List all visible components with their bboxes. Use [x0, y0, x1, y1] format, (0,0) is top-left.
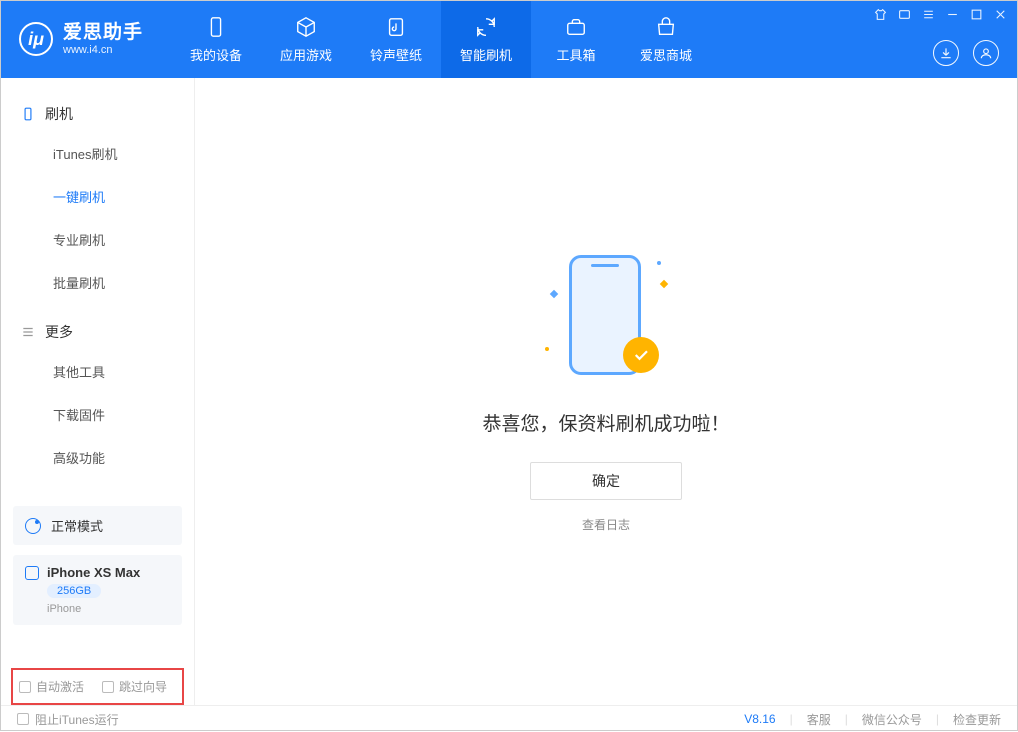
- option-label: 自动激活: [36, 678, 84, 695]
- footer-link-support[interactable]: 客服: [807, 711, 831, 728]
- separator: |: [790, 712, 793, 726]
- option-label: 跳过向导: [119, 678, 167, 695]
- sparkle-icon: [660, 279, 668, 287]
- device-mode-row[interactable]: 正常模式: [13, 506, 182, 545]
- nav-tab-label: 爱思商城: [640, 45, 692, 64]
- nav-tab-ringtones[interactable]: 铃声壁纸: [351, 1, 441, 78]
- nav-tab-flash[interactable]: 智能刷机: [441, 1, 531, 78]
- refresh-shield-icon: [474, 15, 498, 39]
- cube-icon: [294, 15, 318, 39]
- skin-icon[interactable]: [873, 7, 887, 21]
- nav-tab-label: 工具箱: [557, 45, 596, 64]
- sidebar-section-more: 更多: [1, 314, 194, 350]
- toolbox-icon: [564, 15, 588, 39]
- nav-tab-my-device[interactable]: 我的设备: [171, 1, 261, 78]
- nav-tabs: 我的设备 应用游戏 铃声壁纸 智能刷机 工具箱 爱思商城: [171, 1, 711, 78]
- nav-tab-label: 智能刷机: [460, 45, 512, 64]
- nav-tab-label: 我的设备: [190, 45, 242, 64]
- app-header: iμ 爱思助手 www.i4.cn 我的设备 应用游戏 铃声壁纸 智能刷机 工具…: [1, 1, 1017, 78]
- app-name: 爱思助手: [63, 22, 143, 45]
- main-content: 恭喜您，保资料刷机成功啦！ 确定 查看日志: [195, 78, 1017, 705]
- sidebar-item-oneclick-flash[interactable]: 一键刷机: [1, 175, 194, 218]
- device-panel: 正常模式 iPhone XS Max 256GB iPhone: [13, 506, 182, 625]
- device-icon: [204, 15, 228, 39]
- list-icon: [21, 325, 35, 339]
- sidebar-section-title: 更多: [45, 322, 73, 342]
- menu-icon[interactable]: [921, 7, 935, 21]
- separator: |: [936, 712, 939, 726]
- checkbox-icon[interactable]: [17, 713, 29, 725]
- footer-block-itunes-label: 阻止iTunes运行: [35, 711, 119, 728]
- sidebar: 刷机 iTunes刷机 一键刷机 专业刷机 批量刷机 更多 其他工具 下载固件 …: [1, 78, 195, 705]
- flash-options-row: 自动激活 跳过向导: [11, 668, 184, 705]
- option-auto-activate[interactable]: 自动激活: [19, 678, 84, 695]
- maximize-icon[interactable]: [969, 7, 983, 21]
- app-logo-icon: iμ: [19, 22, 53, 56]
- checkbox-icon[interactable]: [102, 681, 114, 693]
- dot-icon: [545, 347, 549, 351]
- footer-right: V8.16 | 客服 | 微信公众号 | 检查更新: [744, 711, 1001, 728]
- separator: |: [845, 712, 848, 726]
- phone-outline-icon: [21, 107, 35, 121]
- feedback-icon[interactable]: [897, 7, 911, 21]
- header-right-icons: [933, 40, 999, 66]
- music-file-icon: [384, 15, 408, 39]
- device-name: iPhone XS Max: [25, 565, 170, 580]
- sidebar-section-flash: 刷机: [1, 96, 194, 132]
- dot-icon: [657, 261, 661, 265]
- close-icon[interactable]: [993, 7, 1007, 21]
- option-skip-guide[interactable]: 跳过向导: [102, 678, 167, 695]
- device-storage-badge: 256GB: [47, 584, 101, 598]
- sidebar-item-itunes-flash[interactable]: iTunes刷机: [1, 132, 194, 175]
- version-label: V8.16: [744, 712, 775, 726]
- phone-small-icon: [25, 566, 39, 580]
- window-controls: [873, 7, 1007, 21]
- nav-tab-toolbox[interactable]: 工具箱: [531, 1, 621, 78]
- view-log-link[interactable]: 查看日志: [582, 516, 630, 533]
- device-mode-label: 正常模式: [51, 516, 103, 535]
- sidebar-item-other-tools[interactable]: 其他工具: [1, 350, 194, 393]
- device-name-text: iPhone XS Max: [47, 565, 140, 580]
- sidebar-item-batch-flash[interactable]: 批量刷机: [1, 261, 194, 304]
- checkmark-badge-icon: [623, 337, 659, 373]
- user-icon[interactable]: [973, 40, 999, 66]
- logo-text: 爱思助手 www.i4.cn: [63, 22, 143, 58]
- confirm-button[interactable]: 确定: [530, 462, 682, 500]
- success-illustration: [541, 251, 671, 381]
- footer-block-itunes[interactable]: 阻止iTunes运行: [17, 711, 119, 728]
- footer-link-update[interactable]: 检查更新: [953, 711, 1001, 728]
- app-body: 刷机 iTunes刷机 一键刷机 专业刷机 批量刷机 更多 其他工具 下载固件 …: [1, 78, 1017, 705]
- nav-tab-label: 应用游戏: [280, 45, 332, 64]
- checkbox-icon[interactable]: [19, 681, 31, 693]
- app-url: www.i4.cn: [63, 44, 143, 57]
- sidebar-section-title: 刷机: [45, 104, 73, 124]
- device-type-label: iPhone: [47, 603, 170, 615]
- minimize-icon[interactable]: [945, 7, 959, 21]
- nav-tab-label: 铃声壁纸: [370, 45, 422, 64]
- sidebar-item-download-firmware[interactable]: 下载固件: [1, 393, 194, 436]
- store-icon: [654, 15, 678, 39]
- sparkle-icon: [550, 289, 558, 297]
- footer-link-wechat[interactable]: 微信公众号: [862, 711, 922, 728]
- sidebar-item-pro-flash[interactable]: 专业刷机: [1, 218, 194, 261]
- mode-status-icon: [25, 518, 41, 534]
- download-icon[interactable]: [933, 40, 959, 66]
- device-info-row[interactable]: iPhone XS Max 256GB iPhone: [13, 555, 182, 625]
- nav-tab-apps[interactable]: 应用游戏: [261, 1, 351, 78]
- sidebar-item-advanced[interactable]: 高级功能: [1, 436, 194, 479]
- app-footer: 阻止iTunes运行 V8.16 | 客服 | 微信公众号 | 检查更新: [1, 705, 1017, 732]
- success-title: 恭喜您，保资料刷机成功啦！: [482, 409, 729, 436]
- nav-tab-store[interactable]: 爱思商城: [621, 1, 711, 78]
- logo-area: iμ 爱思助手 www.i4.cn: [1, 22, 161, 58]
